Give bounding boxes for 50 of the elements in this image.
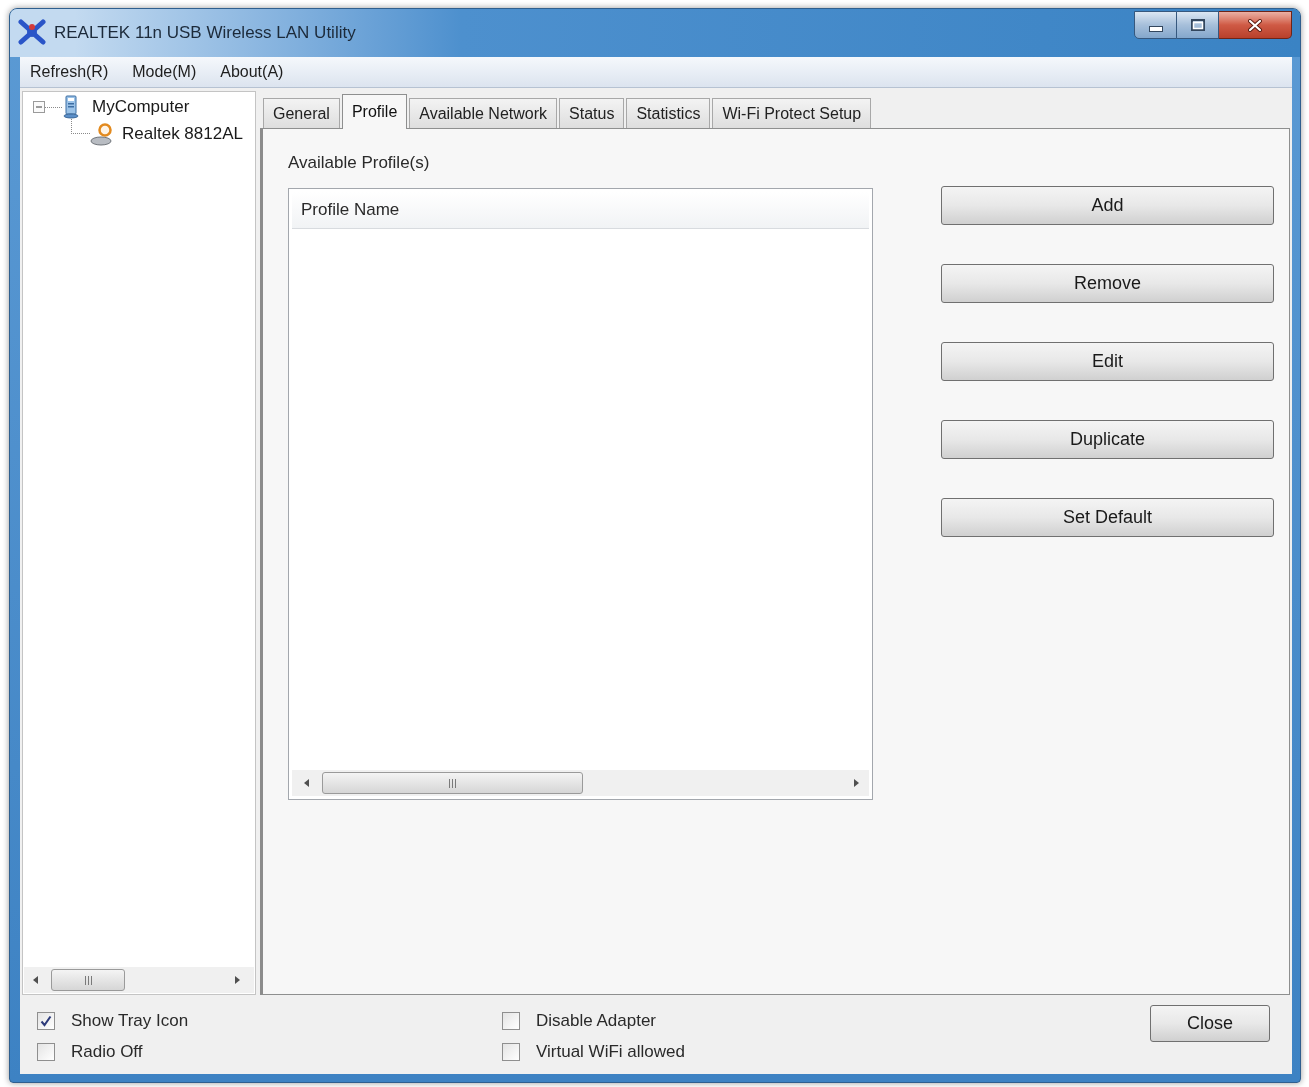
tree-item[interactable]: MyComputer	[92, 94, 190, 120]
close-icon	[1248, 18, 1262, 32]
close-button[interactable]: Close	[1150, 1005, 1270, 1042]
checkbox[interactable]	[37, 1011, 55, 1030]
right-arrow-icon	[853, 779, 859, 787]
right-arrow-icon	[234, 976, 240, 984]
scrollbar-thumb[interactable]	[51, 969, 125, 991]
tab[interactable]: General	[263, 98, 340, 128]
tree-connector-line	[71, 119, 90, 134]
checkbox-label[interactable]: Radio Off	[71, 1038, 143, 1065]
tab[interactable]: Wi-Fi Protect Setup	[712, 98, 872, 128]
tab[interactable]: Status	[559, 98, 625, 128]
menu-item[interactable]: Mode(M)	[124, 57, 205, 87]
scrollbar-thumb[interactable]	[322, 772, 583, 794]
close-window-button[interactable]	[1219, 11, 1292, 39]
tab[interactable]: Statistics	[626, 98, 711, 128]
section-heading: Available Profile(s)	[288, 152, 431, 174]
left-arrow-icon	[32, 976, 38, 984]
minimize-icon	[1148, 26, 1163, 32]
maximize-button[interactable]	[1177, 11, 1219, 39]
grip-icon	[84, 975, 92, 985]
action-button[interactable]: Remove	[941, 264, 1274, 303]
left-arrow-icon	[303, 779, 309, 787]
tree-connector-line	[45, 106, 62, 108]
menu-item[interactable]: About(A)	[212, 57, 292, 87]
grip-icon	[449, 778, 456, 788]
horizontal-scrollbar[interactable]	[292, 770, 869, 796]
horizontal-scrollbar[interactable]	[24, 967, 254, 993]
app-logo-icon	[18, 19, 46, 45]
checkbox[interactable]	[37, 1042, 55, 1061]
checkbox-label[interactable]: Show Tray Icon	[71, 1007, 189, 1034]
action-button[interactable]: Add	[941, 186, 1274, 225]
checkbox-label[interactable]: Virtual WiFi allowed	[536, 1038, 685, 1065]
checkbox-label[interactable]: Disable Adapter	[536, 1007, 657, 1034]
action-button[interactable]: Set Default	[941, 498, 1274, 537]
minimize-button[interactable]	[1134, 11, 1177, 39]
action-button[interactable]: Duplicate	[941, 420, 1274, 459]
checkbox[interactable]	[502, 1011, 520, 1030]
tab[interactable]: Available Network	[409, 98, 558, 128]
computer-icon	[62, 95, 80, 119]
checkbox[interactable]	[502, 1042, 520, 1061]
collapse-icon[interactable]	[33, 101, 45, 113]
column-header[interactable]: Profile Name	[292, 192, 869, 228]
check-icon	[40, 1014, 52, 1027]
tree-item[interactable]: Realtek 8812AL	[122, 121, 243, 147]
maximize-icon	[1190, 19, 1205, 31]
action-button[interactable]: Edit	[941, 342, 1274, 381]
tab[interactable]: Profile	[341, 94, 408, 129]
menu-item[interactable]: Refresh(R)	[22, 57, 117, 87]
window-title: REALTEK 11n USB Wireless LAN Utility	[54, 22, 356, 44]
